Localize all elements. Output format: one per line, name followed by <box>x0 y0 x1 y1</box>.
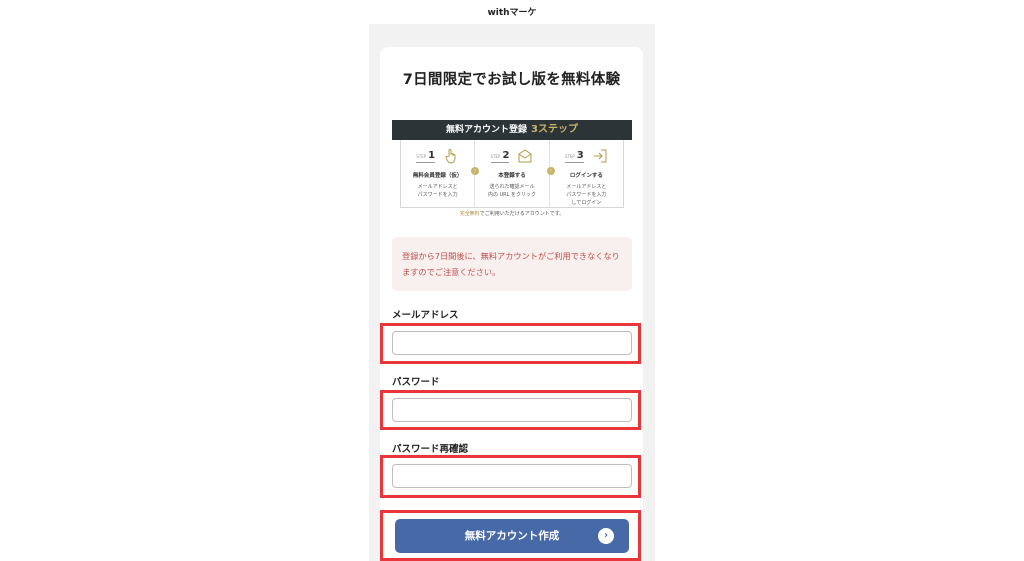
email-label: メールアドレス <box>392 310 459 321</box>
expiry-notice: 登録から7日間後に、無料アカウントがご利用できなくなりますのでご注意ください。 <box>392 237 632 291</box>
login-icon <box>592 148 608 164</box>
step-arrow-icon: › <box>471 167 479 175</box>
step-1: STEP 1 無料会員登録（仮） メールアドレスと パスワードを入力 <box>412 148 463 198</box>
step-arrow-icon: › <box>547 167 555 175</box>
steps-header: 無料アカウント登録 3ステップ <box>392 120 632 140</box>
steps-note: 完全無料でご利用いただけるアカウントです。 <box>459 211 565 217</box>
password-field[interactable] <box>392 398 632 422</box>
confirm-password-label: パスワード再確認 <box>392 444 469 455</box>
step-2: STEP 2 本登録する 送られた確認メール 内の URL をクリック <box>474 140 548 207</box>
envelope-icon <box>517 148 533 164</box>
steps-body: STEP 1 無料会員登録（仮） メールアドレスと パスワードを入力 STEP 2 … <box>400 140 624 208</box>
email-field[interactable] <box>392 331 632 355</box>
top-bar: withマーケ <box>0 0 1024 24</box>
hand-pointer-icon <box>443 148 459 164</box>
confirm-password-field[interactable] <box>392 464 632 488</box>
steps-banner: 無料アカウント登録 3ステップ STEP 1 無料会員登録（仮） メールアドレスと … <box>392 120 632 218</box>
password-label: パスワード <box>392 377 440 388</box>
page-title: 7日間限定でお試し版を無料体験 <box>402 72 621 88</box>
create-account-button[interactable]: 無料アカウント作成 › <box>395 519 629 553</box>
step-3: STEP 3 ログインする メールアドレスと パスワードを入力 してログイン <box>548 140 623 207</box>
app-title: withマーケ <box>487 8 537 18</box>
chevron-right-icon: › <box>598 528 614 544</box>
